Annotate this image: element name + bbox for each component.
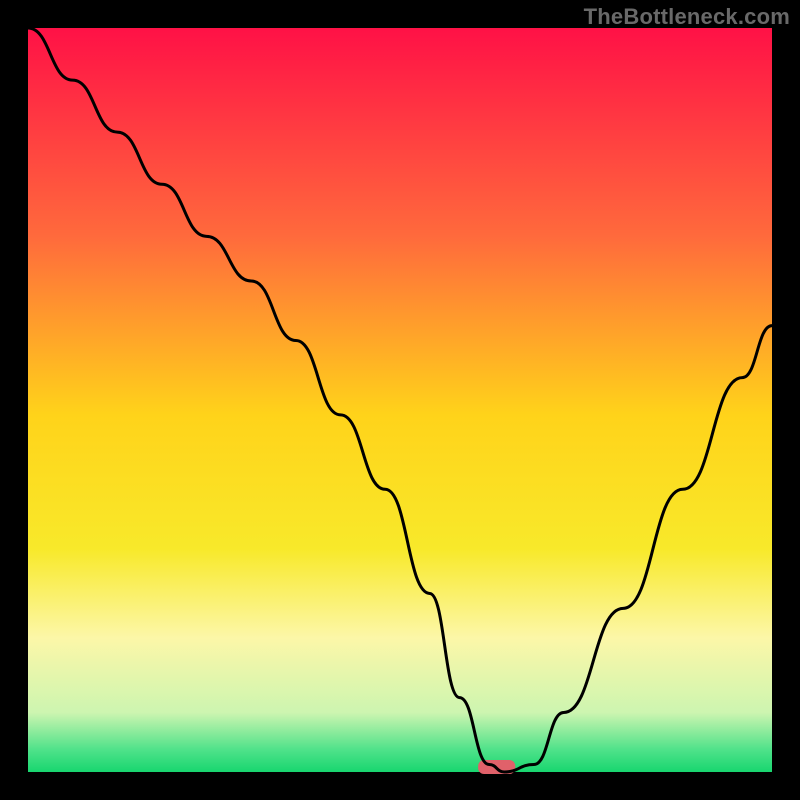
bottleneck-chart — [0, 0, 800, 800]
chart-frame: TheBottleneck.com — [0, 0, 800, 800]
attribution-label: TheBottleneck.com — [584, 4, 790, 30]
plot-area — [28, 28, 772, 772]
